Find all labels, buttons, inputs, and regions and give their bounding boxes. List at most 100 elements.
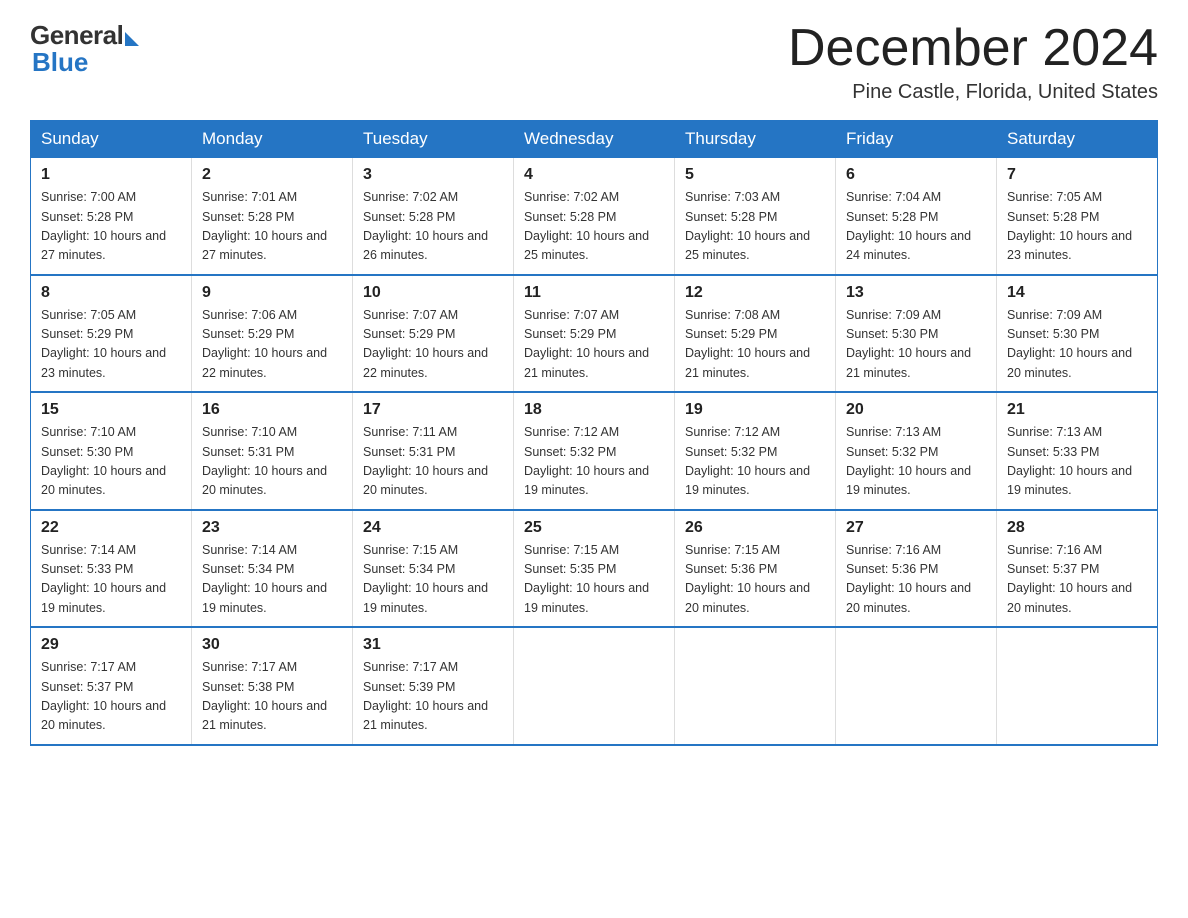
day-info: Sunrise: 7:14 AMSunset: 5:33 PMDaylight:… <box>41 541 181 619</box>
day-info: Sunrise: 7:17 AMSunset: 5:37 PMDaylight:… <box>41 658 181 736</box>
day-info: Sunrise: 7:03 AMSunset: 5:28 PMDaylight:… <box>685 188 825 266</box>
day-info: Sunrise: 7:15 AMSunset: 5:36 PMDaylight:… <box>685 541 825 619</box>
calendar-cell: 17 Sunrise: 7:11 AMSunset: 5:31 PMDayligh… <box>353 392 514 510</box>
day-info: Sunrise: 7:10 AMSunset: 5:30 PMDaylight:… <box>41 423 181 501</box>
day-info: Sunrise: 7:16 AMSunset: 5:37 PMDaylight:… <box>1007 541 1147 619</box>
day-number: 7 <box>1007 166 1147 184</box>
day-info: Sunrise: 7:09 AMSunset: 5:30 PMDaylight:… <box>846 306 986 384</box>
day-number: 24 <box>363 519 503 537</box>
calendar-table: SundayMondayTuesdayWednesdayThursdayFrid… <box>30 120 1158 746</box>
calendar-cell <box>675 627 836 745</box>
day-info: Sunrise: 7:15 AMSunset: 5:34 PMDaylight:… <box>363 541 503 619</box>
calendar-header-friday: Friday <box>836 121 997 158</box>
calendar-cell: 1 Sunrise: 7:00 AMSunset: 5:28 PMDaylight… <box>31 158 192 275</box>
calendar-cell <box>514 627 675 745</box>
calendar-cell <box>997 627 1158 745</box>
day-number: 30 <box>202 636 342 654</box>
day-number: 20 <box>846 401 986 419</box>
day-number: 31 <box>363 636 503 654</box>
day-number: 10 <box>363 284 503 302</box>
day-info: Sunrise: 7:06 AMSunset: 5:29 PMDaylight:… <box>202 306 342 384</box>
day-info: Sunrise: 7:05 AMSunset: 5:28 PMDaylight:… <box>1007 188 1147 266</box>
calendar-cell: 21Sunrise: 7:13 AMSunset: 5:33 PMDayligh… <box>997 392 1158 510</box>
day-info: Sunrise: 7:17 AMSunset: 5:39 PMDaylight:… <box>363 658 503 736</box>
calendar-cell: 11 Sunrise: 7:07 AMSunset: 5:29 PMDayligh… <box>514 275 675 393</box>
calendar-week-row: 29 Sunrise: 7:17 AMSunset: 5:37 PMDayligh… <box>31 627 1158 745</box>
day-number: 19 <box>685 401 825 419</box>
calendar-header-wednesday: Wednesday <box>514 121 675 158</box>
day-number: 13 <box>846 284 986 302</box>
calendar-cell: 30 Sunrise: 7:17 AMSunset: 5:38 PMDayligh… <box>192 627 353 745</box>
calendar-cell: 5 Sunrise: 7:03 AMSunset: 5:28 PMDaylight… <box>675 158 836 275</box>
day-info: Sunrise: 7:09 AMSunset: 5:30 PMDaylight:… <box>1007 306 1147 384</box>
day-number: 16 <box>202 401 342 419</box>
day-info: Sunrise: 7:05 AMSunset: 5:29 PMDaylight:… <box>41 306 181 384</box>
day-info: Sunrise: 7:10 AMSunset: 5:31 PMDaylight:… <box>202 423 342 501</box>
calendar-week-row: 1 Sunrise: 7:00 AMSunset: 5:28 PMDaylight… <box>31 158 1158 275</box>
calendar-week-row: 15Sunrise: 7:10 AMSunset: 5:30 PMDayligh… <box>31 392 1158 510</box>
calendar-cell: 7 Sunrise: 7:05 AMSunset: 5:28 PMDaylight… <box>997 158 1158 275</box>
calendar-cell: 23 Sunrise: 7:14 AMSunset: 5:34 PMDayligh… <box>192 510 353 628</box>
calendar-cell: 3Sunrise: 7:02 AMSunset: 5:28 PMDaylight… <box>353 158 514 275</box>
calendar-header-sunday: Sunday <box>31 121 192 158</box>
title-area: December 2024 Pine Castle, Florida, Unit… <box>788 20 1158 104</box>
day-number: 11 <box>524 284 664 302</box>
calendar-cell: 18Sunrise: 7:12 AMSunset: 5:32 PMDayligh… <box>514 392 675 510</box>
calendar-cell: 4 Sunrise: 7:02 AMSunset: 5:28 PMDaylight… <box>514 158 675 275</box>
day-number: 27 <box>846 519 986 537</box>
calendar-cell: 13 Sunrise: 7:09 AMSunset: 5:30 PMDayligh… <box>836 275 997 393</box>
day-info: Sunrise: 7:17 AMSunset: 5:38 PMDaylight:… <box>202 658 342 736</box>
calendar-header-saturday: Saturday <box>997 121 1158 158</box>
logo: General Blue <box>30 20 139 78</box>
day-info: Sunrise: 7:11 AMSunset: 5:31 PMDaylight:… <box>363 423 503 501</box>
calendar-cell: 24 Sunrise: 7:15 AMSunset: 5:34 PMDayligh… <box>353 510 514 628</box>
location-subtitle: Pine Castle, Florida, United States <box>788 81 1158 104</box>
calendar-cell: 15Sunrise: 7:10 AMSunset: 5:30 PMDayligh… <box>31 392 192 510</box>
day-number: 5 <box>685 166 825 184</box>
calendar-cell: 29 Sunrise: 7:17 AMSunset: 5:37 PMDayligh… <box>31 627 192 745</box>
calendar-cell: 19 Sunrise: 7:12 AMSunset: 5:32 PMDayligh… <box>675 392 836 510</box>
calendar-week-row: 8 Sunrise: 7:05 AMSunset: 5:29 PMDaylight… <box>31 275 1158 393</box>
calendar-cell: 20 Sunrise: 7:13 AMSunset: 5:32 PMDayligh… <box>836 392 997 510</box>
month-title: December 2024 <box>788 20 1158 77</box>
day-number: 23 <box>202 519 342 537</box>
calendar-cell: 8 Sunrise: 7:05 AMSunset: 5:29 PMDaylight… <box>31 275 192 393</box>
day-info: Sunrise: 7:12 AMSunset: 5:32 PMDaylight:… <box>685 423 825 501</box>
day-info: Sunrise: 7:14 AMSunset: 5:34 PMDaylight:… <box>202 541 342 619</box>
day-info: Sunrise: 7:07 AMSunset: 5:29 PMDaylight:… <box>524 306 664 384</box>
day-number: 2 <box>202 166 342 184</box>
day-number: 14 <box>1007 284 1147 302</box>
day-info: Sunrise: 7:02 AMSunset: 5:28 PMDaylight:… <box>524 188 664 266</box>
logo-blue-text: Blue <box>32 47 88 78</box>
page-header: General Blue December 2024 Pine Castle, … <box>30 20 1158 104</box>
calendar-cell: 26Sunrise: 7:15 AMSunset: 5:36 PMDayligh… <box>675 510 836 628</box>
day-info: Sunrise: 7:15 AMSunset: 5:35 PMDaylight:… <box>524 541 664 619</box>
day-info: Sunrise: 7:08 AMSunset: 5:29 PMDaylight:… <box>685 306 825 384</box>
calendar-cell: 6Sunrise: 7:04 AMSunset: 5:28 PMDaylight… <box>836 158 997 275</box>
calendar-cell: 9Sunrise: 7:06 AMSunset: 5:29 PMDaylight… <box>192 275 353 393</box>
calendar-cell: 27Sunrise: 7:16 AMSunset: 5:36 PMDayligh… <box>836 510 997 628</box>
day-number: 22 <box>41 519 181 537</box>
day-info: Sunrise: 7:07 AMSunset: 5:29 PMDaylight:… <box>363 306 503 384</box>
day-number: 4 <box>524 166 664 184</box>
calendar-cell: 2 Sunrise: 7:01 AMSunset: 5:28 PMDaylight… <box>192 158 353 275</box>
day-number: 17 <box>363 401 503 419</box>
calendar-week-row: 22 Sunrise: 7:14 AMSunset: 5:33 PMDayligh… <box>31 510 1158 628</box>
day-info: Sunrise: 7:02 AMSunset: 5:28 PMDaylight:… <box>363 188 503 266</box>
calendar-header-thursday: Thursday <box>675 121 836 158</box>
calendar-header-monday: Monday <box>192 121 353 158</box>
calendar-cell <box>836 627 997 745</box>
day-info: Sunrise: 7:01 AMSunset: 5:28 PMDaylight:… <box>202 188 342 266</box>
day-number: 29 <box>41 636 181 654</box>
day-info: Sunrise: 7:04 AMSunset: 5:28 PMDaylight:… <box>846 188 986 266</box>
day-number: 8 <box>41 284 181 302</box>
day-number: 1 <box>41 166 181 184</box>
day-number: 28 <box>1007 519 1147 537</box>
calendar-cell: 14 Sunrise: 7:09 AMSunset: 5:30 PMDayligh… <box>997 275 1158 393</box>
day-info: Sunrise: 7:13 AMSunset: 5:32 PMDaylight:… <box>846 423 986 501</box>
calendar-cell: 12Sunrise: 7:08 AMSunset: 5:29 PMDayligh… <box>675 275 836 393</box>
day-info: Sunrise: 7:00 AMSunset: 5:28 PMDaylight:… <box>41 188 181 266</box>
day-number: 21 <box>1007 401 1147 419</box>
calendar-header-tuesday: Tuesday <box>353 121 514 158</box>
calendar-cell: 31 Sunrise: 7:17 AMSunset: 5:39 PMDayligh… <box>353 627 514 745</box>
